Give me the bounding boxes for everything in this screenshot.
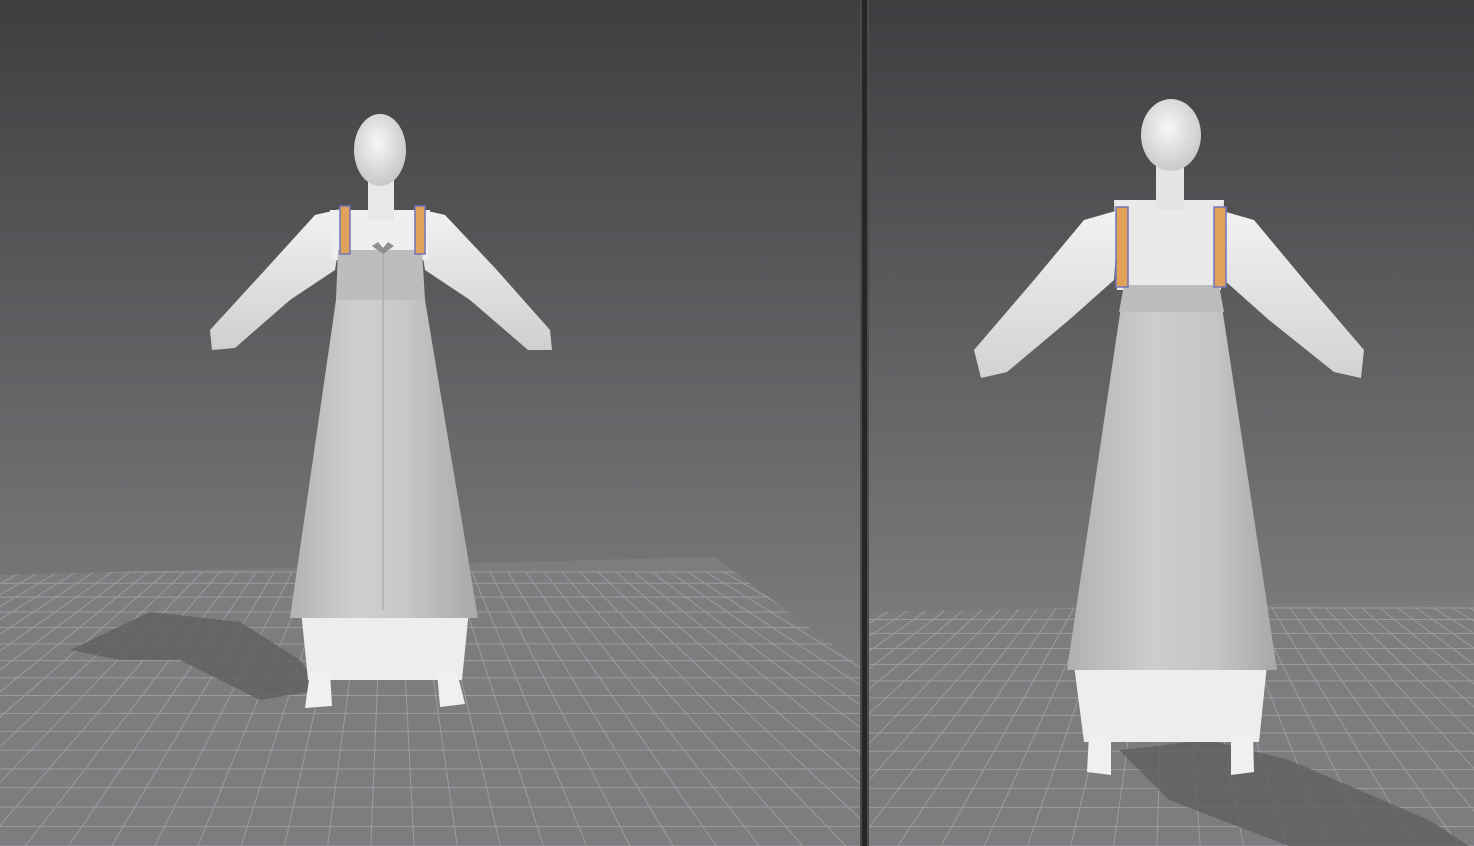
underdress-hem [1074,665,1267,742]
garment-3d-viewer [0,0,1474,846]
head [1141,99,1201,171]
dress-bodice [336,250,425,300]
viewport-back-canvas[interactable] [869,0,1474,846]
neck [1156,165,1184,210]
viewport-back[interactable] [869,0,1474,846]
viewport-front[interactable] [0,0,860,846]
dress-bodice [1119,285,1224,312]
viewport-front-canvas[interactable] [0,0,860,846]
left-strap [339,205,351,255]
right-foot [1231,735,1254,775]
torso [1114,200,1224,290]
left-foot [1087,735,1111,775]
right-strap [414,205,426,255]
left-strap [1115,206,1129,288]
neck [368,180,394,220]
right-strap [1213,206,1227,288]
head [354,114,406,186]
viewport-splitter[interactable] [860,0,869,846]
